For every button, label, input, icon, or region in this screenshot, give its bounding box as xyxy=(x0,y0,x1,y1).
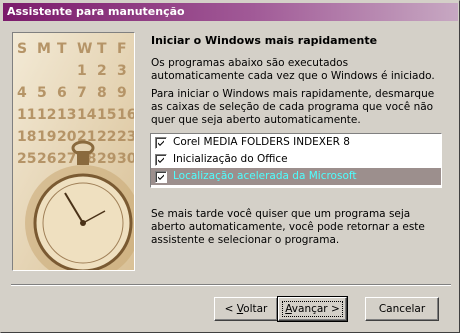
calendar-day-label: 14 xyxy=(77,107,97,123)
list-item[interactable]: Inicialização do Office xyxy=(151,151,441,168)
calendar-day-label: 23 xyxy=(117,129,134,145)
next-button-label: Avançar > xyxy=(282,300,343,317)
title-bar[interactable]: Assistente para manutenção xyxy=(3,3,458,21)
program-label: Corel MEDIA FOLDERS INDEXER 8 xyxy=(173,136,350,148)
calendar-day-label: 1 xyxy=(77,63,87,79)
divider xyxy=(11,284,451,286)
calendar-day-label: 26 xyxy=(37,151,56,167)
calendar-day-label: 25 xyxy=(17,151,36,167)
checkmark-icon xyxy=(158,157,164,163)
calendar-day-label: S xyxy=(17,41,27,57)
program-checkbox[interactable] xyxy=(155,171,167,183)
calendar-stopwatch-icon: SMTWTF1234567891112131415161819202122232… xyxy=(13,33,134,270)
checkmark-icon xyxy=(158,140,164,146)
calendar-day-label: 27 xyxy=(57,151,76,167)
back-button-label: < Voltar xyxy=(224,302,268,315)
calendar-day-label: 2 xyxy=(97,63,107,79)
list-item[interactable]: Corel MEDIA FOLDERS INDEXER 8 xyxy=(151,134,441,151)
startup-programs-list[interactable]: Corel MEDIA FOLDERS INDEXER 8 Inicializa… xyxy=(150,133,442,188)
checkmark-icon xyxy=(158,174,164,180)
program-checkbox[interactable] xyxy=(155,154,167,166)
program-checkbox[interactable] xyxy=(155,137,167,149)
calendar-day-label: 29 xyxy=(97,151,116,167)
calendar-day-label: W xyxy=(77,41,92,57)
calendar-day-label: T xyxy=(57,41,67,57)
maintenance-wizard-window: Assistente para manutenção SMTWTF1234567… xyxy=(0,0,460,333)
calendar-day-label: 3 xyxy=(117,63,127,79)
list-item-selected[interactable]: Localização acelerada da Microsoft xyxy=(151,168,441,185)
calendar-day-label: 4 xyxy=(17,85,27,101)
calendar-day-label: 22 xyxy=(97,129,116,145)
program-label: Localização acelerada da Microsoft xyxy=(173,170,357,182)
program-label: Inicialização do Office xyxy=(173,153,288,165)
cancel-button-label: Cancelar xyxy=(378,302,426,315)
calendar-day-label: 19 xyxy=(37,129,56,145)
calendar-day-label: F xyxy=(117,41,127,57)
intro-text: Os programas abaixo são executados autom… xyxy=(151,57,435,82)
calendar-day-label: 12 xyxy=(37,107,56,123)
calendar-day-label: 15 xyxy=(97,107,116,123)
calendar-day-label: 8 xyxy=(97,85,107,101)
window-title: Assistente para manutenção xyxy=(7,5,185,18)
calendar-day-label: 20 xyxy=(57,129,77,145)
cancel-button[interactable]: Cancelar xyxy=(365,297,439,321)
calendar-day-label: 6 xyxy=(57,85,67,101)
calendar-day-label: 18 xyxy=(17,129,36,145)
calendar-day-label: 11 xyxy=(17,107,36,123)
calendar-day-label: 7 xyxy=(77,85,87,101)
calendar-day-label: 9 xyxy=(117,85,127,101)
footer-note-text: Se mais tarde você quiser que um program… xyxy=(151,208,425,246)
calendar-day-label: 13 xyxy=(57,107,76,123)
next-button[interactable]: Avançar > xyxy=(277,296,348,322)
calendar-stopwatch-illustration: SMTWTF1234567891112131415161819202122232… xyxy=(12,32,135,271)
instructions-text: Para iniciar o Windows mais rapidamente,… xyxy=(151,88,435,126)
calendar-day-label: T xyxy=(97,41,107,57)
back-button[interactable]: < Voltar xyxy=(214,297,278,321)
calendar-day-label: M xyxy=(37,41,51,57)
page-heading: Iniciar o Windows mais rapidamente xyxy=(151,34,378,47)
calendar-day-label: 16 xyxy=(117,107,134,123)
calendar-day-label: 30 xyxy=(117,151,134,167)
calendar-day-label: 5 xyxy=(37,85,47,101)
